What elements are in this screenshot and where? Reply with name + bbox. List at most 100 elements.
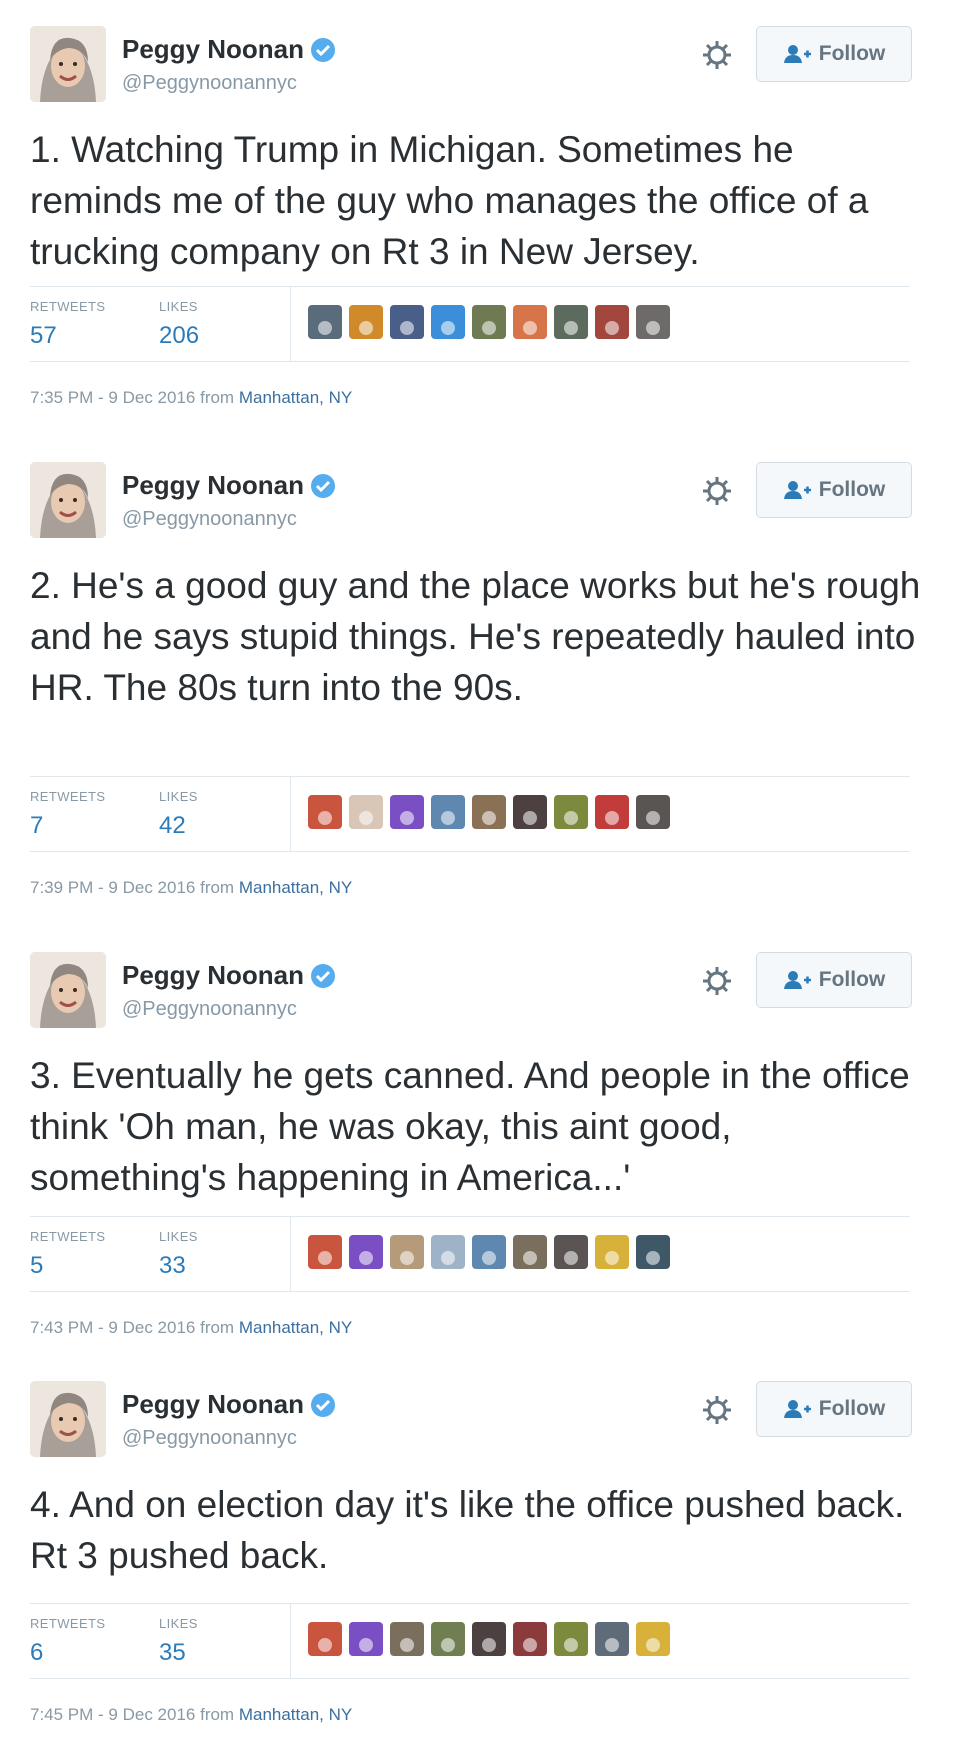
liker-avatar[interactable] (349, 795, 383, 829)
retweets-stat[interactable]: RETWEETS 57 (30, 299, 105, 350)
liker-avatar-face (318, 1251, 332, 1265)
liker-avatar[interactable] (308, 305, 342, 339)
profile-avatar[interactable] (30, 952, 106, 1028)
likes-stat[interactable]: LIKES 35 (159, 1616, 198, 1667)
liker-avatar[interactable] (595, 305, 629, 339)
likes-stat[interactable]: LIKES 33 (159, 1229, 198, 1280)
retweets-stat[interactable]: RETWEETS 5 (30, 1229, 105, 1280)
liker-avatar[interactable] (636, 305, 670, 339)
user-handle[interactable]: @Peggynoonannyc (122, 998, 297, 1021)
retweets-count: 5 (30, 1252, 44, 1279)
tweet-card: Peggy Noonan @Peggynoonannyc Follow 3. E… (0, 926, 980, 1356)
display-name[interactable]: Peggy Noonan (122, 960, 304, 991)
liker-avatar[interactable] (595, 795, 629, 829)
verified-badge-icon (311, 963, 336, 988)
tweet-text: 3. Eventually he gets canned. And people… (30, 1055, 910, 1198)
liker-avatar-face (482, 1638, 496, 1652)
retweets-stat[interactable]: RETWEETS 7 (30, 789, 105, 840)
display-name[interactable]: Peggy Noonan (122, 34, 304, 65)
follow-button[interactable]: Follow (756, 1381, 912, 1437)
liker-avatar[interactable] (513, 1235, 547, 1269)
liker-avatar[interactable] (431, 1622, 465, 1656)
likes-stat[interactable]: LIKES 206 (159, 299, 199, 350)
location-link[interactable]: Manhattan, NY (239, 388, 352, 407)
retweets-label: RETWEETS (30, 789, 106, 804)
display-name[interactable]: Peggy Noonan (122, 470, 304, 501)
timestamp-text[interactable]: 7:39 PM - 9 Dec 2016 from (30, 878, 234, 897)
liker-avatar[interactable] (431, 1235, 465, 1269)
liker-avatar-face (605, 321, 619, 335)
retweets-label: RETWEETS (30, 299, 106, 314)
liker-avatar[interactable] (636, 795, 670, 829)
likers-avatars (308, 1622, 677, 1656)
tweet-timestamp: 7:39 PM - 9 Dec 2016 from Manhattan, NY (30, 878, 352, 898)
liker-avatar[interactable] (595, 1622, 629, 1656)
liker-avatar-face (359, 1251, 373, 1265)
liker-avatar-face (564, 811, 578, 825)
liker-avatar[interactable] (472, 305, 506, 339)
liker-avatar-face (400, 1638, 414, 1652)
liker-avatar[interactable] (472, 795, 506, 829)
location-link[interactable]: Manhattan, NY (239, 1318, 352, 1337)
liker-avatar[interactable] (472, 1622, 506, 1656)
gear-icon[interactable] (700, 964, 734, 998)
divider (290, 1217, 291, 1291)
liker-avatar-face (482, 321, 496, 335)
follow-button[interactable]: Follow (756, 952, 912, 1008)
timestamp-text[interactable]: 7:35 PM - 9 Dec 2016 from (30, 388, 234, 407)
location-link[interactable]: Manhattan, NY (239, 1705, 352, 1724)
user-handle[interactable]: @Peggynoonannyc (122, 1427, 297, 1450)
liker-avatar-face (523, 811, 537, 825)
gear-icon[interactable] (700, 474, 734, 508)
tweet-timestamp: 7:35 PM - 9 Dec 2016 from Manhattan, NY (30, 388, 352, 408)
liker-avatar[interactable] (349, 1622, 383, 1656)
liker-avatar[interactable] (308, 795, 342, 829)
liker-avatar[interactable] (431, 305, 465, 339)
liker-avatar[interactable] (554, 795, 588, 829)
timestamp-text[interactable]: 7:43 PM - 9 Dec 2016 from (30, 1318, 234, 1337)
liker-avatar[interactable] (636, 1235, 670, 1269)
tweet-text: 4. And on election day it's like the off… (30, 1484, 905, 1576)
liker-avatar[interactable] (390, 1622, 424, 1656)
liker-avatar[interactable] (349, 1235, 383, 1269)
retweets-stat[interactable]: RETWEETS 6 (30, 1616, 105, 1667)
liker-avatar[interactable] (472, 1235, 506, 1269)
liker-avatar[interactable] (554, 305, 588, 339)
profile-avatar[interactable] (30, 462, 106, 538)
liker-avatar[interactable] (513, 1622, 547, 1656)
liker-avatar[interactable] (636, 1622, 670, 1656)
tweet-stats: RETWEETS 5 LIKES 33 (30, 1216, 910, 1292)
liker-avatar[interactable] (308, 1622, 342, 1656)
liker-avatar[interactable] (390, 1235, 424, 1269)
follow-label: Follow (818, 478, 886, 501)
liker-avatar[interactable] (554, 1235, 588, 1269)
follow-button[interactable]: Follow (756, 462, 912, 518)
liker-avatar[interactable] (390, 795, 424, 829)
timestamp-text[interactable]: 7:45 PM - 9 Dec 2016 from (30, 1705, 234, 1724)
liker-avatar[interactable] (513, 305, 547, 339)
display-name[interactable]: Peggy Noonan (122, 1389, 304, 1420)
likes-count: 206 (159, 322, 200, 349)
follow-label: Follow (818, 1397, 886, 1420)
liker-avatar[interactable] (513, 795, 547, 829)
location-link[interactable]: Manhattan, NY (239, 878, 352, 897)
retweets-count: 7 (30, 812, 44, 839)
liker-avatar[interactable] (308, 1235, 342, 1269)
profile-avatar[interactable] (30, 1381, 106, 1457)
gear-icon[interactable] (700, 1393, 734, 1427)
profile-avatar[interactable] (30, 26, 106, 102)
liker-avatar-face (400, 321, 414, 335)
likes-label: LIKES (159, 1229, 198, 1244)
likes-stat[interactable]: LIKES 42 (159, 789, 198, 840)
liker-avatar[interactable] (431, 795, 465, 829)
liker-avatar-face (605, 1251, 619, 1265)
likes-label: LIKES (159, 1616, 198, 1631)
liker-avatar[interactable] (554, 1622, 588, 1656)
liker-avatar[interactable] (390, 305, 424, 339)
liker-avatar[interactable] (595, 1235, 629, 1269)
liker-avatar[interactable] (349, 305, 383, 339)
follow-button[interactable]: Follow (756, 26, 912, 82)
user-handle[interactable]: @Peggynoonannyc (122, 72, 297, 95)
user-handle[interactable]: @Peggynoonannyc (122, 508, 297, 531)
gear-icon[interactable] (700, 38, 734, 72)
